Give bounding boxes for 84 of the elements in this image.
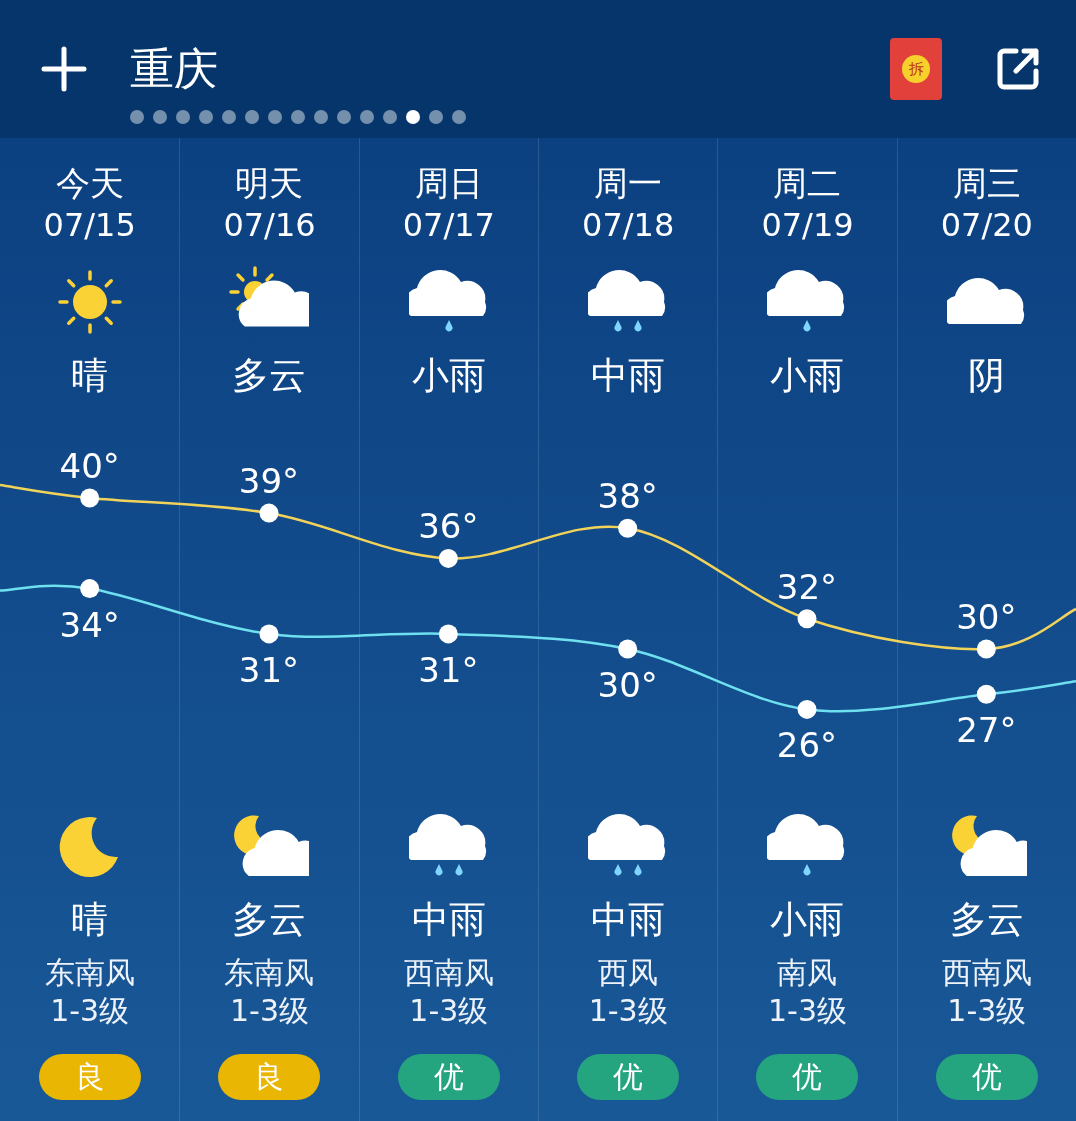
date-label: 07/18 xyxy=(582,205,675,246)
page-dot[interactable] xyxy=(337,110,351,124)
day-weather: 多云 xyxy=(232,353,307,399)
night-weather: 小雨 xyxy=(770,897,845,943)
night-weather: 多云 xyxy=(232,897,307,943)
temperature-label: 38° xyxy=(597,476,658,517)
wind-level: 1-3级 xyxy=(768,992,847,1030)
day-label: 明天 xyxy=(235,162,304,204)
temperature-label: 32° xyxy=(776,566,838,607)
day-label: 周一 xyxy=(594,162,663,204)
temperature-label: 39° xyxy=(238,461,300,502)
page-dot[interactable] xyxy=(268,110,282,124)
temperature-label: 31° xyxy=(418,649,479,690)
temperature-label: 40° xyxy=(59,446,120,486)
day-weather: 阴 xyxy=(968,353,1006,399)
temperature-point xyxy=(80,488,100,508)
wind-level: 1-3级 xyxy=(230,992,309,1030)
wind-direction: 南风 xyxy=(777,954,838,992)
air-quality-badge: 优 xyxy=(397,1054,500,1100)
night-weather: 多云 xyxy=(949,897,1024,943)
temperature-point xyxy=(259,624,279,644)
night-weather: 晴 xyxy=(71,897,109,943)
date-label: 07/16 xyxy=(223,205,316,246)
temperature-label: 30° xyxy=(956,597,1017,637)
page-dot[interactable] xyxy=(130,110,144,124)
temperature-label: 31° xyxy=(238,649,300,690)
air-quality-badge: 良 xyxy=(218,1054,321,1100)
page-dot[interactable] xyxy=(291,110,305,124)
temperature-point xyxy=(259,503,279,523)
wind-level: 1-3级 xyxy=(50,992,130,1030)
wind-direction: 西南风 xyxy=(941,954,1032,992)
temperature-label: 27° xyxy=(956,710,1017,751)
day-label: 周二 xyxy=(773,162,842,204)
air-quality-badge: 优 xyxy=(935,1054,1038,1100)
date-label: 07/17 xyxy=(402,205,495,246)
page-dot[interactable] xyxy=(199,110,213,124)
wind-direction: 西南风 xyxy=(403,954,494,992)
night-weather: 中雨 xyxy=(411,897,486,943)
page-dot[interactable] xyxy=(406,110,420,124)
page-dot[interactable] xyxy=(153,110,167,124)
temperature-label: 34° xyxy=(59,604,120,645)
wind-direction: 东南风 xyxy=(44,954,135,992)
page-dot[interactable] xyxy=(360,110,374,124)
day-weather: 晴 xyxy=(71,353,109,399)
wind-level: 1-3级 xyxy=(588,992,668,1030)
temperature-label: 26° xyxy=(776,725,838,766)
date-label: 07/19 xyxy=(761,205,854,246)
day-weather: 小雨 xyxy=(411,353,486,399)
wind-direction: 西风 xyxy=(598,954,659,992)
night-weather: 中雨 xyxy=(591,897,666,943)
wind-level: 1-3级 xyxy=(409,992,489,1030)
temperature-point xyxy=(618,518,638,538)
temperature-label: 30° xyxy=(597,665,658,705)
wind-level: 1-3级 xyxy=(947,992,1027,1030)
day-label: 周三 xyxy=(952,162,1021,204)
wind-direction: 东南风 xyxy=(224,954,315,992)
page-dot[interactable] xyxy=(429,110,443,124)
air-quality-badge: 良 xyxy=(38,1054,141,1100)
page-dot[interactable] xyxy=(314,110,328,124)
add-city-button[interactable] xyxy=(40,45,88,93)
temperature-point xyxy=(438,548,458,568)
temperature-point xyxy=(797,609,817,629)
temperature-point xyxy=(80,579,100,599)
air-quality-badge: 优 xyxy=(577,1054,680,1100)
page-dot[interactable] xyxy=(452,110,466,124)
page-dot[interactable] xyxy=(383,110,397,124)
gift-packet-button[interactable]: 拆 xyxy=(890,38,942,100)
page-dot[interactable] xyxy=(176,110,190,124)
day-label: 周日 xyxy=(414,162,483,204)
day-label: 今天 xyxy=(55,162,124,204)
temperature-point xyxy=(976,639,996,659)
date-label: 07/15 xyxy=(43,205,136,246)
temperature-point xyxy=(976,684,996,704)
day-weather: 小雨 xyxy=(770,353,845,399)
temperature-point xyxy=(438,624,458,644)
temperature-label: 36° xyxy=(418,506,479,547)
city-name: 重庆 xyxy=(130,41,218,96)
air-quality-badge: 优 xyxy=(756,1054,859,1100)
temperature-point xyxy=(618,639,638,659)
day-weather: 中雨 xyxy=(591,353,666,399)
page-dot[interactable] xyxy=(222,110,236,124)
page-dot[interactable] xyxy=(245,110,259,124)
date-label: 07/20 xyxy=(940,205,1033,246)
temperature-point xyxy=(797,699,817,719)
